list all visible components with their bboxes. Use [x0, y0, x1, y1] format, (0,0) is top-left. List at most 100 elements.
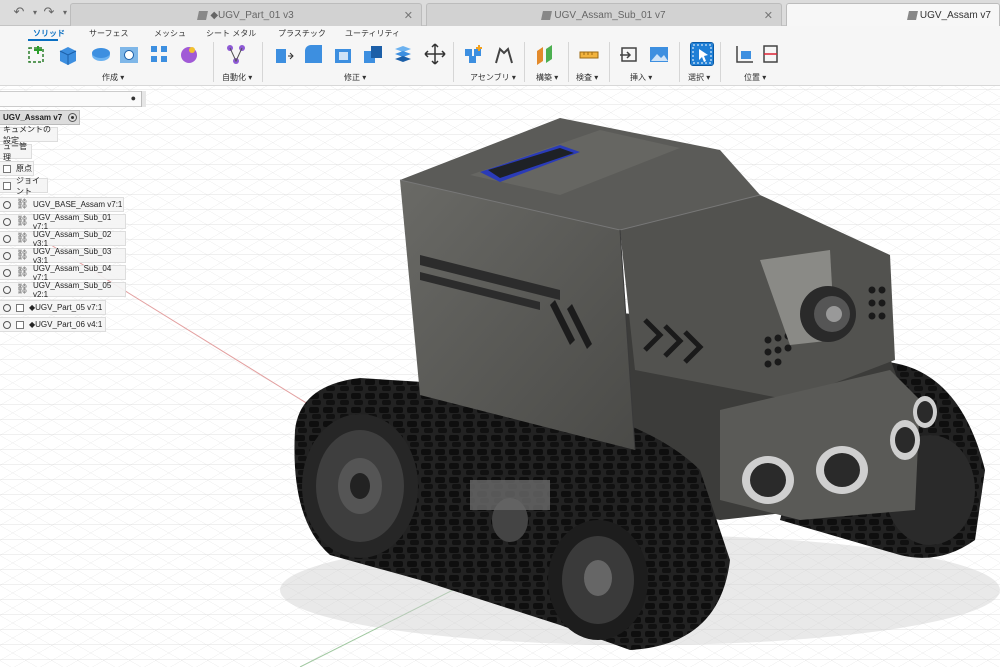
close-dot-icon[interactable]: ●: [131, 93, 136, 103]
insert-canvas-icon[interactable]: [648, 43, 670, 65]
tab-label: UGV_Assam_Sub_01 v7: [554, 9, 666, 21]
link-icon: ⛓: [16, 284, 29, 295]
browser-item-component[interactable]: ⛓ UGV_Assam_Sub_01 v7:1: [0, 212, 126, 231]
fillet-icon[interactable]: [302, 43, 324, 65]
group-construct-label[interactable]: 構築 ▾: [536, 72, 558, 83]
browser-item-component[interactable]: ◆UGV_Part_06 v4:1: [0, 317, 106, 332]
group-assemble-label[interactable]: アセンブリ ▾: [470, 72, 516, 83]
move-copy-icon[interactable]: [424, 43, 446, 65]
align-icon[interactable]: [734, 43, 756, 65]
root-label: UGV_Assam v7: [3, 113, 63, 122]
group-divider: [453, 42, 454, 82]
hole-icon[interactable]: [118, 43, 140, 65]
browser-item-component[interactable]: ⛓ UGV_Assam_Sub_04 v7:1: [0, 263, 126, 282]
press-pull-icon[interactable]: [272, 43, 294, 65]
link-icon: ⛓: [16, 267, 29, 278]
item-label: UGV_Assam_Sub_05 v2:1: [33, 280, 112, 299]
joint-icon[interactable]: [493, 43, 515, 65]
group-automate-label[interactable]: 自動化 ▾: [222, 72, 252, 83]
item-label: UGV_BASE_Assam v7:1: [33, 200, 123, 209]
visibility-box-icon[interactable]: [3, 181, 11, 190]
tab-ugv-assam[interactable]: UGV_Assam v7: [786, 3, 1000, 26]
tab-ugv-assam-sub-01[interactable]: UGV_Assam_Sub_01 v7 ✕: [426, 3, 782, 26]
group-modify-label[interactable]: 修正 ▾: [344, 72, 366, 83]
tab-sheet-metal[interactable]: シート メタル: [206, 28, 256, 39]
capture-position-icon[interactable]: [760, 43, 782, 65]
eye-icon[interactable]: [3, 285, 11, 294]
visibility-box-icon[interactable]: [3, 164, 11, 173]
item-label: ◆UGV_Part_05 v7:1: [29, 303, 103, 312]
close-icon[interactable]: ✕: [764, 9, 773, 22]
shell-icon[interactable]: [332, 43, 354, 65]
tab-label: UGV_Assam v7: [919, 9, 991, 21]
tab-plastic[interactable]: プラスチック: [278, 28, 326, 39]
component-box-icon: [16, 320, 24, 329]
revolve-icon[interactable]: [90, 43, 112, 65]
group-divider: [609, 42, 610, 82]
assembly-file-icon: [541, 10, 553, 20]
activate-radio-icon[interactable]: [68, 113, 78, 122]
viewport-scene: [0, 86, 1000, 667]
browser-item-component[interactable]: ⛓ UGV_Assam_Sub_05 v2:1: [0, 280, 126, 299]
browser-item-component[interactable]: ⛓ UGV_BASE_Assam v7:1: [0, 197, 124, 212]
component-box-icon: [16, 303, 24, 312]
item-label: ジョイント: [16, 175, 40, 196]
automate-icon[interactable]: [225, 43, 247, 65]
browser-item-component[interactable]: ⛓ UGV_Assam_Sub_03 v3:1: [0, 247, 126, 265]
tab-ugv-part-01[interactable]: ◆UGV_Part_01 v3 ✕: [70, 3, 422, 26]
eye-icon[interactable]: [3, 303, 11, 312]
insert-derive-icon[interactable]: [618, 43, 640, 65]
tab-utility[interactable]: ユーティリティ: [345, 28, 400, 39]
eye-icon[interactable]: [3, 268, 11, 277]
group-inspect-label[interactable]: 検査 ▾: [576, 72, 598, 83]
browser-item-joints[interactable]: ジョイント: [0, 176, 48, 196]
link-icon: ⛓: [16, 199, 29, 210]
group-select-label[interactable]: 選択 ▾: [688, 72, 710, 83]
new-component-icon[interactable]: [463, 43, 485, 65]
combine-icon[interactable]: [362, 43, 384, 65]
group-divider: [679, 42, 680, 82]
link-icon: ⛓: [16, 233, 29, 244]
new-sketch-icon[interactable]: [26, 43, 48, 65]
split-body-icon[interactable]: [392, 43, 414, 65]
group-insert-label[interactable]: 挿入 ▾: [630, 72, 652, 83]
select-icon[interactable]: [690, 42, 714, 66]
group-position-label[interactable]: 位置 ▾: [744, 72, 766, 83]
item-label: UGV_Assam_Sub_01 v7:1: [33, 212, 112, 231]
browser-item-named-views[interactable]: ュー管理: [0, 142, 32, 162]
item-label: UGV_Assam_Sub_04 v7:1: [33, 263, 112, 282]
document-tab-bar: ↶ ▾ ↷ ▾ ◆UGV_Part_01 v3 ✕ UGV_Assam_Sub_…: [0, 0, 1000, 26]
eye-icon[interactable]: [3, 217, 11, 226]
assembly-file-icon: [906, 10, 918, 20]
eye-icon[interactable]: [3, 251, 11, 260]
form-icon[interactable]: [178, 43, 200, 65]
active-tab-indicator: [28, 39, 58, 41]
extrude-icon[interactable]: [56, 43, 78, 65]
eye-icon[interactable]: [3, 234, 11, 243]
group-divider: [262, 42, 263, 82]
group-divider: [213, 42, 214, 82]
link-icon: ⛓: [16, 216, 29, 227]
browser-item-component[interactable]: ◆UGV_Part_05 v7:1: [0, 300, 106, 315]
offset-plane-icon[interactable]: [534, 43, 556, 65]
collapse-handle[interactable]: [141, 91, 146, 107]
tab-solid[interactable]: ソリッド: [33, 28, 65, 39]
eye-icon[interactable]: [3, 320, 11, 329]
link-icon: ⛓: [16, 250, 29, 261]
close-icon[interactable]: ✕: [404, 9, 413, 22]
measure-icon[interactable]: [578, 43, 600, 65]
item-label: 原点: [16, 164, 32, 173]
eye-icon[interactable]: [3, 200, 11, 209]
tab-surface[interactable]: サーフェス: [89, 28, 129, 39]
browser-header: ●: [0, 91, 146, 107]
browser-panel: ● UGV_Assam v7 キュメントの設定 ュー管理 原点 ジョイント ⛓ …: [0, 88, 148, 343]
3d-viewport[interactable]: [0, 86, 1000, 667]
pattern-icon[interactable]: [148, 43, 170, 65]
group-divider: [720, 42, 721, 82]
group-divider: [568, 42, 569, 82]
group-create-label[interactable]: 作成 ▾: [102, 72, 124, 83]
item-label: ュー管理: [3, 141, 27, 162]
browser-item-component[interactable]: ⛓ UGV_Assam_Sub_02 v3:1: [0, 230, 126, 248]
group-divider: [524, 42, 525, 82]
tab-mesh[interactable]: メッシュ: [154, 28, 186, 39]
